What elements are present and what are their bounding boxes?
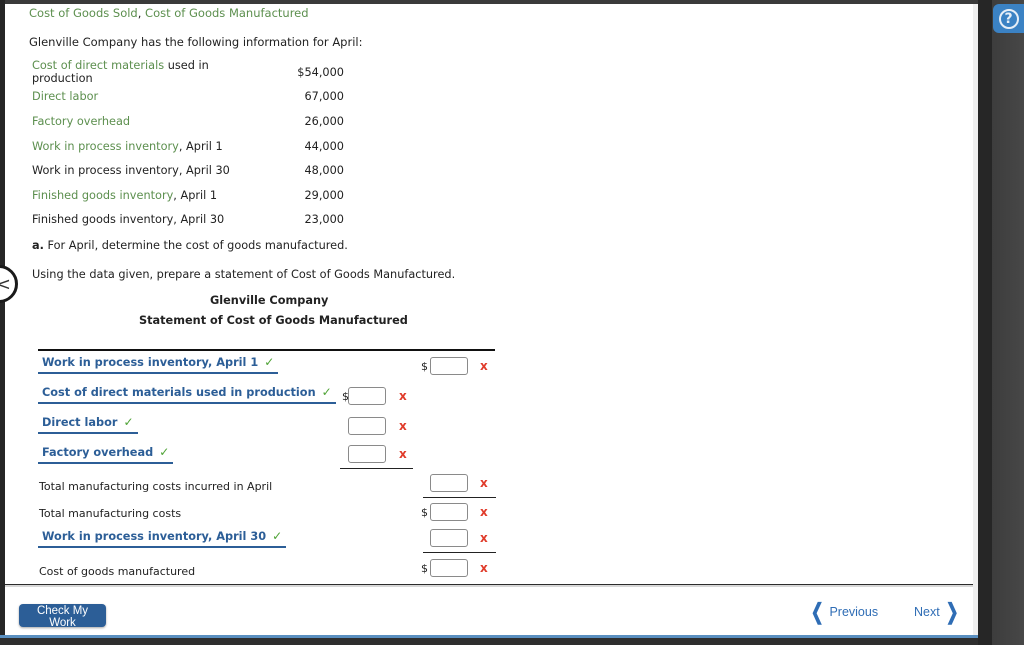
incorrect-icon: x xyxy=(480,476,488,490)
info-value: 44,000 xyxy=(304,139,344,153)
topic-link-cogs[interactable]: Cost of Goods Sold xyxy=(29,6,138,20)
info-row: Finished goods inventory, April 1 29,000 xyxy=(32,188,344,202)
instructions: Using the data given, prepare a statemen… xyxy=(32,268,456,281)
direct-materials-input[interactable] xyxy=(348,387,386,405)
right-rail xyxy=(978,0,1024,645)
incorrect-icon: x xyxy=(480,561,488,575)
help-icon: ? xyxy=(998,8,1019,29)
subtotal-rule xyxy=(340,468,413,469)
info-row: Work in process inventory, April 1 44,00… xyxy=(32,139,344,153)
glossary-link[interactable]: Direct labor xyxy=(32,90,98,103)
dollar-sign: $ xyxy=(421,360,428,373)
dollar-sign: $ xyxy=(421,562,428,575)
info-row: Factory overhead 26,000 xyxy=(32,109,344,134)
dropdown-direct-labor[interactable]: Direct labor ✓ xyxy=(38,415,138,434)
topic-link-cogm[interactable]: Cost of Goods Manufactured xyxy=(145,6,309,20)
problem-intro: Glenville Company has the following info… xyxy=(29,35,363,49)
info-row: Finished goods inventory, April 30 23,00… xyxy=(32,213,344,227)
dropdown-wip-end[interactable]: Work in process inventory, April 30 ✓ xyxy=(38,529,287,548)
incorrect-icon: x xyxy=(399,419,407,433)
topic-separator: , xyxy=(137,6,146,20)
info-value: 26,000 xyxy=(304,114,344,128)
info-row: Direct labor 67,000 xyxy=(32,85,344,110)
total-incurred-input[interactable] xyxy=(430,474,468,492)
info-value: 29,000 xyxy=(304,188,344,202)
info-value: 48,000 xyxy=(304,164,344,178)
cogm-label: Cost of goods manufactured xyxy=(39,565,196,578)
total-incurred-label: Total manufacturing costs incurred in Ap… xyxy=(39,480,273,493)
question-content: Cost of Goods Sold, Cost of Goods Manufa… xyxy=(5,4,973,584)
info-value: 67,000 xyxy=(304,90,344,104)
factory-overhead-input[interactable] xyxy=(348,445,386,463)
statement-top-rule xyxy=(38,349,495,351)
dropdown-factory-overhead[interactable]: Factory overhead ✓ xyxy=(38,445,174,464)
info-value: $54,000 xyxy=(297,65,344,79)
glossary-link[interactable]: Work in process inventory xyxy=(32,140,179,153)
subtotal-rule xyxy=(423,552,496,553)
incorrect-icon: x xyxy=(480,505,488,519)
part-a-prompt: a. For April, determine the cost of good… xyxy=(32,239,348,252)
footer: Check My Work ❮ Previous Next ❯ xyxy=(5,585,973,637)
incorrect-icon: x xyxy=(399,447,407,461)
check-icon: ✓ xyxy=(321,385,332,399)
incorrect-icon: x xyxy=(480,359,488,373)
total-costs-input[interactable] xyxy=(430,503,468,521)
direct-labor-input[interactable] xyxy=(348,417,386,435)
statement-title: Statement of Cost of Goods Manufactured xyxy=(139,314,408,327)
info-table: Cost of direct materials used in product… xyxy=(32,59,344,232)
cogm-input[interactable] xyxy=(430,559,468,577)
previous-button[interactable]: ❮ Previous xyxy=(808,601,878,623)
wip-end-input[interactable] xyxy=(430,529,468,547)
next-button[interactable]: Next ❯ xyxy=(914,601,961,623)
glossary-link[interactable]: Cost of direct materials xyxy=(32,59,164,72)
bottom-bar xyxy=(0,635,978,645)
check-icon: ✓ xyxy=(123,415,134,429)
subtotal-rule xyxy=(423,497,496,498)
dropdown-wip-begin[interactable]: Work in process inventory, April 1 ✓ xyxy=(38,355,279,374)
wip-begin-input[interactable] xyxy=(430,357,468,375)
check-icon: ✓ xyxy=(272,529,283,543)
dropdown-direct-materials[interactable]: Cost of direct materials used in product… xyxy=(38,385,336,404)
total-costs-label: Total manufacturing costs xyxy=(39,507,182,520)
statement-company: Glenville Company xyxy=(210,294,329,307)
glossary-link[interactable]: Factory overhead xyxy=(32,115,130,128)
incorrect-icon: x xyxy=(399,389,407,403)
chevron-right-icon: ❯ xyxy=(945,599,959,624)
scrollbar[interactable] xyxy=(973,4,978,636)
check-icon: ✓ xyxy=(264,355,275,369)
glossary-link[interactable]: Finished goods inventory xyxy=(32,189,173,202)
dollar-sign: $ xyxy=(421,506,428,519)
info-row: Work in process inventory, April 30 48,0… xyxy=(32,164,344,178)
info-value: 23,000 xyxy=(304,213,344,227)
info-row: Cost of direct materials used in product… xyxy=(32,59,344,86)
chevron-left-icon: < xyxy=(0,273,11,295)
incorrect-icon: x xyxy=(480,531,488,545)
check-icon: ✓ xyxy=(159,445,170,459)
chevron-left-icon: ❮ xyxy=(810,599,824,624)
topic-header: Cost of Goods Sold, Cost of Goods Manufa… xyxy=(29,6,309,20)
help-button[interactable]: ? xyxy=(993,4,1024,33)
check-my-work-button[interactable]: Check My Work xyxy=(19,604,106,629)
